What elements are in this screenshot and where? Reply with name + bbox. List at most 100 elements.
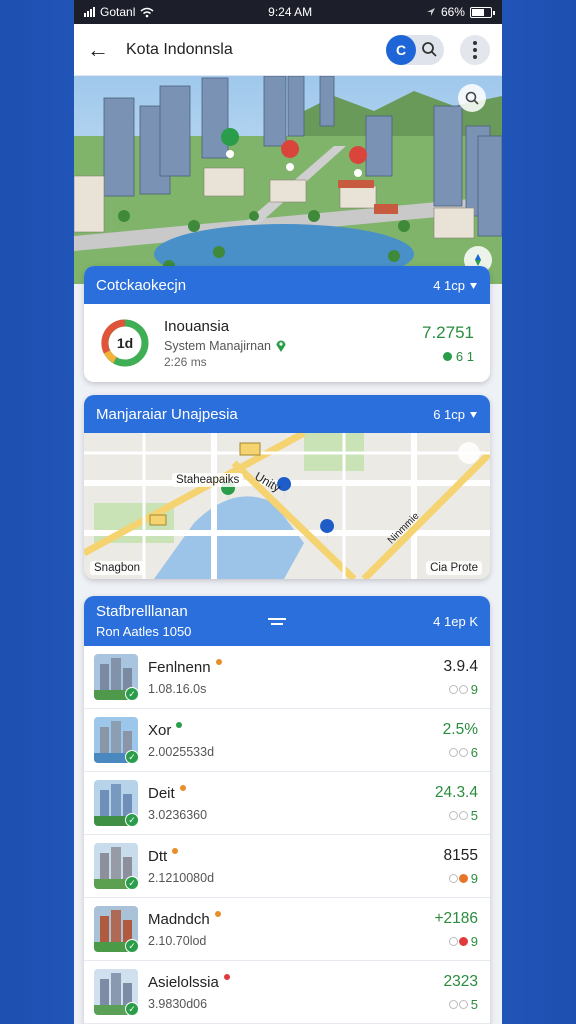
status-dot: [223, 974, 230, 980]
search-toggle[interactable]: C: [386, 34, 444, 65]
list-item-sub: 2.0025533d: [148, 744, 215, 759]
list-item-name: Dtt: [148, 847, 168, 865]
ring-icon: [458, 684, 468, 694]
location-thumbnail: ✓: [94, 780, 138, 826]
map-label-bottom-left: Snagbon: [90, 561, 145, 575]
list-item-indicator: 5: [398, 997, 478, 1012]
battery-percent: 66%: [440, 5, 465, 19]
page-title: Kota Indonnsla: [126, 40, 233, 58]
list-item-sub: 1.08.16.0s: [148, 681, 207, 696]
list-item-sub: 2.10.70lod: [148, 933, 207, 948]
location-thumbnail: ✓: [94, 717, 138, 763]
verified-check-icon: ✓: [125, 750, 138, 763]
wifi-icon: [140, 7, 154, 17]
list-item-indicator: 6: [398, 745, 478, 760]
list-item-name: Madndch: [148, 910, 210, 928]
map-label-bottom-right: Cia Prote: [426, 561, 482, 575]
list-item-name: Xor: [148, 721, 172, 739]
list-item[interactable]: ✓ Asielolssia 3.9830d06 2323 5: [84, 961, 490, 1024]
stat-name: Inouansia: [164, 317, 230, 335]
list-item-value: 3.9.4: [443, 657, 478, 675]
location-thumbnail: ✓: [94, 843, 138, 889]
list-header[interactable]: Stafbrelllanan Ron Aatles 1050 4 1ep K: [84, 596, 490, 646]
list-item-sub: 3.0236360: [148, 807, 208, 822]
location-arrow-icon: [426, 8, 435, 16]
verified-check-icon: ✓: [125, 876, 138, 889]
verified-check-icon: ✓: [125, 939, 138, 952]
list-item[interactable]: ✓ Madndch 2.10.70lod +2186 9: [84, 898, 490, 961]
city-illustration: [74, 76, 502, 284]
list-item-indicator: 9: [398, 934, 478, 949]
stat-time: 2:26 ms: [164, 354, 207, 369]
location-list: ✓ Fenlnenn 1.08.16.0s 3.9.4 9 ✓ Xor 2.00…: [84, 646, 490, 1024]
list-item-indicator-value: 9: [470, 681, 478, 697]
status-bar: Gotanl 9:24 AM 66%: [74, 0, 502, 24]
street-map-graphic: [84, 433, 490, 579]
list-subtitle: Ron Aatles 1050: [96, 624, 192, 639]
location-thumbnail: ✓: [94, 654, 138, 700]
street-map[interactable]: Staheapaiks Unity Snagbon Cia Prote Ninm…: [84, 433, 490, 579]
status-dot: [215, 659, 222, 665]
map-card-header: Manjaraiar Unajpesia 6 1cp: [84, 395, 490, 433]
drag-handle-icon[interactable]: [268, 618, 286, 628]
signal-icon: [84, 7, 95, 17]
list-item-indicator-value: 9: [470, 870, 478, 886]
list-item-value: 8155: [443, 846, 478, 864]
location-pin-icon: [276, 339, 286, 352]
ring-icon: [448, 684, 458, 694]
list-item-indicator-value: 5: [470, 996, 478, 1012]
status-dot: [172, 848, 179, 854]
list-item[interactable]: ✓ Fenlnenn 1.08.16.0s 3.9.4 9: [84, 646, 490, 709]
zoom-icon: [465, 91, 479, 105]
ring-icon: [448, 810, 458, 820]
verified-check-icon: ✓: [125, 1002, 138, 1015]
status-dot: [214, 911, 221, 917]
list-item-indicator: 5: [398, 808, 478, 823]
list-item[interactable]: ✓ Xor 2.0025533d 2.5% 6: [84, 709, 490, 772]
map-search-button[interactable]: [458, 84, 486, 112]
ring-icon: [448, 936, 458, 946]
stat-small-value: 6 1: [455, 348, 474, 364]
more-options-button[interactable]: [460, 34, 490, 65]
search-icon: [422, 41, 437, 57]
list-item[interactable]: ✓ Dtt 2.1210080d 8155 9: [84, 835, 490, 898]
status-dot: [179, 785, 186, 791]
back-arrow-icon[interactable]: ←: [86, 37, 110, 63]
list-item-name: Asielolssia: [148, 973, 219, 991]
map-card-title: Manjaraiar Unajpesia: [96, 405, 238, 423]
verified-check-icon: ✓: [125, 687, 138, 700]
ring-icon: [458, 747, 468, 757]
list-item[interactable]: ✓ Deit 3.0236360 24.3.4 5: [84, 772, 490, 835]
phone-screen: Gotanl 9:24 AM 66% ← Kota Indonnsla C Co…: [74, 0, 502, 1024]
map-label-center: Staheapaiks: [172, 473, 244, 487]
progress-donut: 1d: [100, 318, 150, 368]
toggle-knob: C: [386, 34, 416, 65]
overview-card-meta: 4 1cp: [433, 277, 465, 293]
overview-card-title: Cotckaokecjn: [96, 276, 187, 294]
list-item-value: 2.5%: [442, 720, 478, 738]
ring-icon: [458, 999, 468, 1009]
clock: 9:24 AM: [268, 5, 313, 19]
list-item-sub: 2.1210080d: [148, 870, 215, 885]
ring-icon: [448, 999, 458, 1009]
carrier-label: Gotanl: [100, 5, 136, 19]
list-meta: 4 1ep K: [433, 613, 478, 629]
stat-subtitle: System Manajirnan: [164, 338, 271, 353]
map-card[interactable]: Manjaraiar Unajpesia 6 1cp Staheapaiks U…: [84, 395, 490, 579]
status-dot: [442, 351, 452, 361]
ring-icon: [458, 936, 468, 946]
list-item-name: Deit: [148, 784, 175, 802]
ring-icon: [458, 873, 468, 883]
list-item-sub: 3.9830d06: [148, 996, 208, 1011]
verified-check-icon: ✓: [125, 813, 138, 826]
ring-icon: [448, 747, 458, 757]
list-item-indicator-value: 9: [470, 933, 478, 949]
location-thumbnail: ✓: [94, 969, 138, 1015]
ring-icon: [458, 810, 468, 820]
map-card-meta: 6 1cp: [433, 406, 465, 422]
donut-value: 1d: [116, 335, 134, 351]
overview-card[interactable]: Cotckaokecjn 4 1cp 1d Inouansia System M…: [84, 266, 490, 382]
list-item-value: 2323: [443, 972, 478, 990]
status-dot: [176, 722, 183, 728]
ring-icon: [448, 873, 458, 883]
